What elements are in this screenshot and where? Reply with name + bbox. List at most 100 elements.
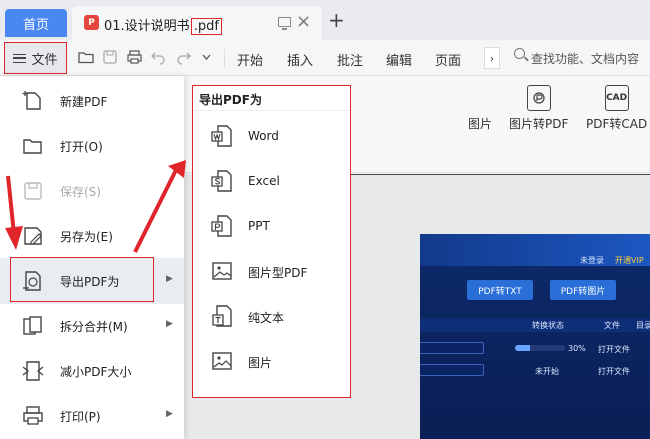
embedded-pdf-to-txt-button: PDF转TXT <box>467 280 533 300</box>
save-icon[interactable] <box>103 50 117 64</box>
ribbon-image-to-pdf-label: 图片转PDF <box>509 117 569 131</box>
tab-home[interactable]: 首页 <box>5 9 67 37</box>
embedded-progress-text: 30% <box>568 344 586 353</box>
submenu-arrow-icon: ▶ <box>166 319 173 329</box>
tab-start[interactable]: 开始 <box>237 50 263 69</box>
close-tab-icon[interactable]: × <box>296 11 311 32</box>
menu-item-compress[interactable]: 减小PDF大小 <box>0 348 184 394</box>
ppt-icon <box>211 215 232 237</box>
image-icon <box>468 85 492 111</box>
submenu-arrow-icon: ▶ <box>166 409 173 419</box>
menu-item-label: 拆分合并(M) <box>60 320 128 334</box>
excel-icon <box>211 170 232 192</box>
submenu-title: 导出PDF为 <box>199 93 262 107</box>
save-as-icon <box>24 227 42 245</box>
embedded-pdf-to-image-button: PDF转图片 <box>550 280 616 300</box>
menu-item-label: 新建PDF <box>60 95 108 109</box>
export-item-label: Word <box>248 129 279 143</box>
split-merge-icon <box>23 316 42 335</box>
image-pdf-icon <box>212 262 232 280</box>
save-icon <box>24 182 42 200</box>
image-to-pdf-icon <box>526 85 551 111</box>
menu-item-new-pdf[interactable]: 新建PDF <box>0 78 184 124</box>
menu-item-save[interactable]: 保存(S) <box>0 168 184 214</box>
document-name: 01.设计说明书 <box>104 19 190 34</box>
ribbon-pdf-to-cad-label: PDF转CAD <box>586 117 648 131</box>
tab-insert[interactable]: 插入 <box>287 50 313 69</box>
embedded-col-file: 文件 <box>604 321 620 330</box>
chevron-down-icon[interactable] <box>202 54 211 60</box>
embedded-col-dir: 目录 <box>636 321 650 330</box>
ribbon-image-button[interactable]: 图片 <box>468 85 492 132</box>
embedded-select <box>420 364 484 376</box>
search-input[interactable]: 查找功能、文档内容 <box>531 50 639 67</box>
export-word[interactable]: Word <box>193 116 349 156</box>
embedded-row2-action: 打开文件 <box>598 367 630 376</box>
file-menu-button[interactable]: 文件 <box>4 42 67 74</box>
word-icon <box>211 125 232 147</box>
export-item-label: Excel <box>248 174 280 188</box>
pdf-file-icon: P <box>84 15 99 30</box>
menu-item-print[interactable]: 打印(P) ▶ <box>0 393 184 439</box>
file-menu-label: 文件 <box>31 52 58 68</box>
submenu-divider <box>193 110 349 111</box>
ribbon-image-label: 图片 <box>468 117 493 131</box>
undo-icon[interactable] <box>151 51 165 65</box>
more-tabs-button[interactable]: › <box>484 47 500 69</box>
embedded-row1-action: 打开文件 <box>598 345 630 354</box>
export-item-label: 图片 <box>248 356 273 370</box>
menu-item-label: 减小PDF大小 <box>60 365 132 379</box>
menu-item-label: 打印(P) <box>60 410 101 424</box>
export-item-label: 图片型PDF <box>248 266 308 280</box>
new-pdf-icon <box>22 91 41 110</box>
export-highlight-box <box>10 257 154 302</box>
tab-bar: 首页 P 01.设计说明书 .pdf × + <box>0 0 650 40</box>
menu-item-label: 打开(O) <box>60 140 103 154</box>
redo-icon[interactable] <box>177 51 191 65</box>
tab-page[interactable]: 页面 <box>435 50 461 69</box>
folder-icon[interactable] <box>78 50 94 64</box>
tab-edit[interactable]: 编辑 <box>386 50 412 69</box>
folder-open-icon <box>23 139 42 154</box>
new-tab-button[interactable]: + <box>328 8 345 32</box>
compress-icon <box>22 361 44 381</box>
submenu-arrow-icon: ▶ <box>166 274 173 284</box>
embedded-login: 未登录 <box>580 256 604 265</box>
export-image-pdf[interactable]: 图片型PDF <box>193 251 349 291</box>
toolbar-divider <box>224 49 225 67</box>
menu-item-label: 保存(S) <box>60 185 101 199</box>
menu-item-split-merge[interactable]: 拆分合并(M) ▶ <box>0 303 184 349</box>
embedded-progress-bar <box>515 345 565 351</box>
tab-annotate[interactable]: 批注 <box>337 50 363 69</box>
embedded-select <box>420 342 484 354</box>
document-title: 01.设计说明书 .pdf <box>104 15 222 35</box>
monitor-icon[interactable] <box>278 17 291 30</box>
embedded-progress-fill <box>515 345 530 351</box>
menu-item-label: 另存为(E) <box>60 230 113 244</box>
main-toolbar: 文件 开始 插入 批注 编辑 页面 › 查找功能、文档内容 <box>0 40 650 76</box>
embedded-vip: 开通VIP <box>615 256 644 265</box>
export-ppt[interactable]: PPT <box>193 206 349 246</box>
ribbon-pdf-to-cad-button[interactable]: CAD PDF转CAD <box>586 85 647 132</box>
export-item-label: PPT <box>248 219 270 233</box>
document-extension: .pdf <box>190 18 222 35</box>
embedded-app-image: 未登录 开通VIP PDF转TXT PDF转图片 转换状态 文件 目录 30% … <box>420 234 650 439</box>
print-icon[interactable] <box>127 50 142 64</box>
menu-item-open[interactable]: 打开(O) <box>0 123 184 169</box>
cad-icon: CAD <box>604 85 629 111</box>
ribbon-image-to-pdf-button[interactable]: 图片转PDF <box>509 85 568 132</box>
export-item-label: 纯文本 <box>248 311 285 325</box>
embedded-row2-status: 未开始 <box>535 367 559 376</box>
search-icon[interactable] <box>514 48 525 59</box>
text-icon <box>212 305 232 327</box>
export-submenu: 导出PDF为 Word Excel PPT 图片型PDF 纯文本 图片 <box>192 85 351 398</box>
print-icon <box>23 406 43 425</box>
tab-document[interactable]: P 01.设计说明书 .pdf × <box>72 6 322 40</box>
hamburger-icon <box>13 53 27 63</box>
image-icon <box>212 352 232 370</box>
export-plain-text[interactable]: 纯文本 <box>193 296 349 336</box>
menu-item-save-as[interactable]: 另存为(E) <box>0 213 184 259</box>
export-excel[interactable]: Excel <box>193 161 349 201</box>
embedded-col-status: 转换状态 <box>532 321 564 330</box>
export-image[interactable]: 图片 <box>193 341 349 381</box>
